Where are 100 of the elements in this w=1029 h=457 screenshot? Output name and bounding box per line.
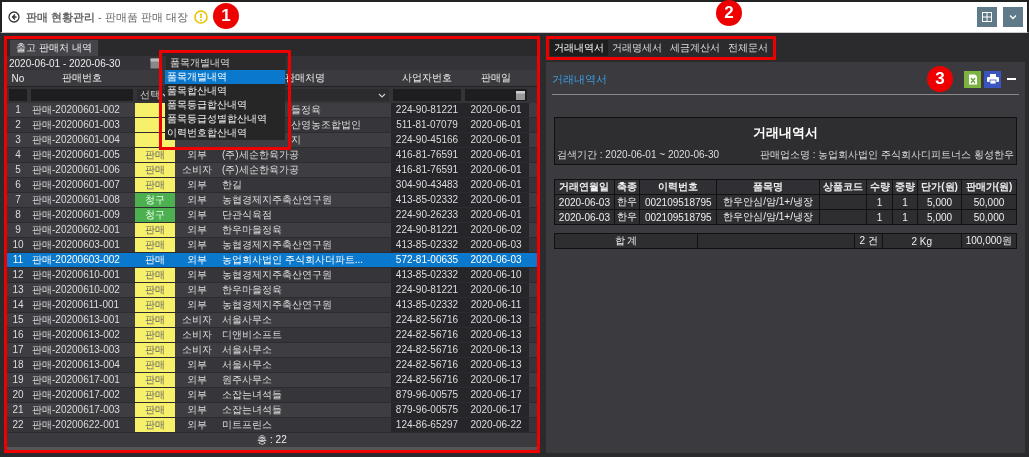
table-cell: 외부 xyxy=(187,149,207,160)
table-cell-text: (주)세순한육가공 xyxy=(221,148,300,162)
table-cell: 한우 xyxy=(617,196,638,207)
column-header: 사업자번호 xyxy=(402,71,452,85)
table-cell-text: 판매-20200617-002 xyxy=(31,388,121,402)
column-header: 판매가(원) xyxy=(961,179,1017,195)
table-cell: 2020-06-02 xyxy=(463,223,529,237)
table-cell-text: 판매-20200613-001 xyxy=(31,313,121,327)
table-cell-text: 농협경제지주축산연구원 xyxy=(221,193,333,207)
table-cell: 50,000 xyxy=(973,211,1005,223)
table-cell: 224-82-56716 xyxy=(391,328,463,342)
table-cell: 2020-06-01 xyxy=(463,208,529,222)
table-cell-text: 판매-20200601-008 xyxy=(31,193,121,207)
status-text: 판매 xyxy=(144,253,166,267)
table-cell: 외부 xyxy=(187,239,207,250)
table-cell: 외부 xyxy=(187,419,207,430)
table-cell-text: 소잡는녀석들 xyxy=(221,403,283,417)
table-cell-text: 2 xyxy=(14,118,22,132)
table-cell-text: 20 xyxy=(11,388,25,402)
column-header: 품목명 xyxy=(716,179,820,195)
table-cell: 외부 xyxy=(187,269,207,280)
status-badge: 판매 xyxy=(135,163,175,177)
status-badge: 판매 xyxy=(135,178,175,192)
table-cell-text: 판매-20200601-004 xyxy=(31,133,121,147)
table-cell-text: 판매-20200603-002 xyxy=(31,253,121,267)
column-header: 중량 xyxy=(892,179,918,195)
table-cell: 2020-06-01 xyxy=(463,163,529,177)
column-header: 축종 xyxy=(614,179,640,195)
column-header: 판매번호 xyxy=(62,71,102,85)
table-cell-text: 서울사무소 xyxy=(221,313,273,327)
table-cell: 879-96-00575 xyxy=(391,403,463,417)
total-count: 총 : 22 xyxy=(257,433,287,447)
table-cell-text: 미트프린스 xyxy=(221,418,273,432)
document-title: 거래내역서 xyxy=(752,124,819,142)
status-badge: 판매 xyxy=(135,418,175,432)
table-cell-text: 판매-20200610-001 xyxy=(31,268,121,282)
column-header: 이력번호 xyxy=(639,179,717,195)
callout-badge: 3 xyxy=(927,66,953,92)
table-cell-text: 판매-20200601-003 xyxy=(31,118,121,132)
table-cell-text: 7 xyxy=(14,193,22,207)
table-cell: 224-82-56716 xyxy=(391,343,463,357)
status-badge: 판매 xyxy=(135,268,175,282)
table-cell: 416-81-76591 xyxy=(391,148,463,162)
table-cell: 외부 xyxy=(187,194,207,205)
table-cell: 2020-06-17 xyxy=(463,388,529,402)
table-cell-text: 농협경제지주축산연구원 xyxy=(221,298,333,312)
table-cell: 외부 xyxy=(187,224,207,235)
search-period: 검색기간 : 2020-06-01 ~ 2020-06-30 xyxy=(557,148,720,162)
table-cell-text: 판매-20200617-001 xyxy=(31,373,121,387)
table-cell: 외부 xyxy=(187,284,207,295)
table-cell-text: 디앤비소프트 xyxy=(221,328,283,342)
table-cell: 5,000 xyxy=(927,211,953,223)
table-cell-text: 9 xyxy=(14,223,22,237)
table-cell-text: 판매-20200613-004 xyxy=(31,358,121,372)
table-cell-text: 21 xyxy=(11,403,25,417)
status-badge: 판매 xyxy=(135,283,175,297)
table-cell: 50,000 xyxy=(973,196,1005,208)
table-cell: 1 xyxy=(876,196,883,208)
table-cell: 5,000 xyxy=(927,196,953,208)
table-cell: 224-82-56716 xyxy=(391,373,463,387)
status-badge: 판매 xyxy=(135,238,175,252)
total-count: 2 건 xyxy=(859,235,878,246)
status-badge: 판매 xyxy=(135,148,175,162)
column-header: No xyxy=(11,72,25,84)
table-cell: 2020-06-03 xyxy=(558,196,610,208)
table-cell-text: 11 xyxy=(11,253,25,267)
table-cell: 외부 xyxy=(187,179,207,190)
table-cell-text: 서울사무소 xyxy=(221,358,273,372)
table-cell: 소비자 xyxy=(182,314,212,325)
table-cell: 외부 xyxy=(187,254,207,265)
table-cell: 224-90-81221 xyxy=(391,103,463,117)
table-cell-text: 22 xyxy=(11,418,25,432)
table-cell: 224-90-81221 xyxy=(391,223,463,237)
total-amount: 100,000원 xyxy=(965,235,1012,246)
table-cell-text: 판매-20200611-001 xyxy=(31,298,121,312)
page-title: 판매 현황관리 - 판매품 판매 대장 xyxy=(26,9,188,25)
status-badge: 판매 xyxy=(135,373,175,387)
table-cell: 2020-06-10 xyxy=(463,283,529,297)
table-cell: 002109518795 xyxy=(644,196,712,208)
table-cell: 2020-06-01 xyxy=(463,193,529,207)
table-cell: 2020-06-01 xyxy=(463,133,529,147)
table-cell-text: 판매-20200601-009 xyxy=(31,208,121,222)
table-cell: 2020-06-17 xyxy=(463,373,529,387)
table-cell-text: 16 xyxy=(11,328,25,342)
status-badge: 청구 xyxy=(135,208,175,222)
table-cell-text: 18 xyxy=(11,358,25,372)
table-cell-text: 판매-20200602-001 xyxy=(31,223,121,237)
table-cell-text: 판매-20200601-005 xyxy=(31,148,121,162)
table-cell-text: 농협경제지주축산연구원 xyxy=(221,268,333,282)
table-cell-text: 17 xyxy=(11,343,25,357)
table-cell: 소비자 xyxy=(182,329,212,340)
table-cell-text: 19 xyxy=(11,373,25,387)
table-cell-text: 1 xyxy=(14,103,22,117)
table-cell: 외부 xyxy=(187,359,207,370)
table-cell: 한우 xyxy=(617,211,638,222)
table-cell-text: (주)세순한육가공 xyxy=(221,163,300,177)
table-cell: 124-86-65297 xyxy=(391,418,463,432)
table-cell-text: 12 xyxy=(11,268,25,282)
table-cell-text: 15 xyxy=(11,313,25,327)
table-cell-text: 8 xyxy=(14,208,22,222)
